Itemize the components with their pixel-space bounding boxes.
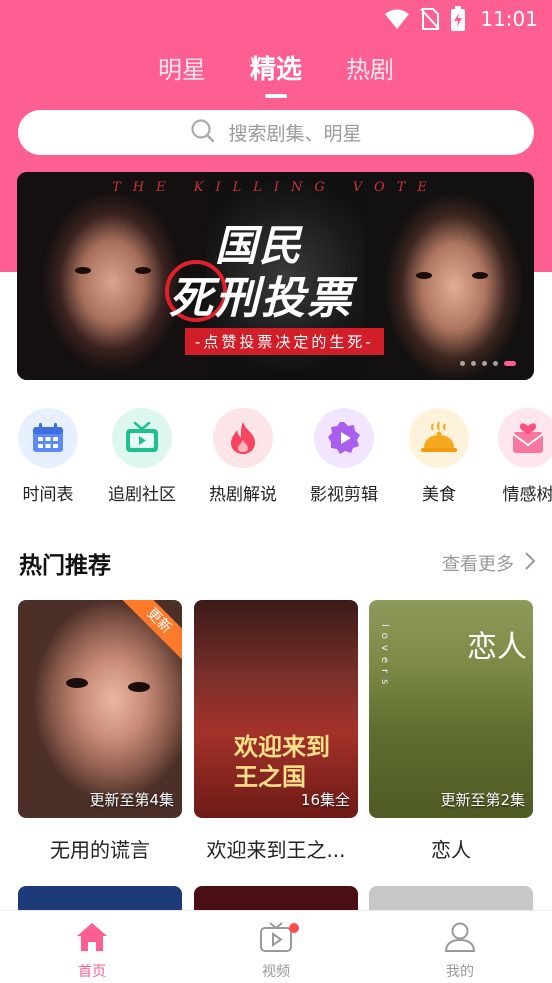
see-more-link[interactable]: 查看更多 bbox=[442, 550, 536, 576]
status-bar: 11:01 bbox=[0, 0, 552, 38]
nav-profile[interactable]: 我的 bbox=[415, 921, 505, 981]
profile-icon bbox=[443, 922, 477, 957]
see-more-label: 查看更多 bbox=[442, 554, 514, 575]
home-icon bbox=[75, 923, 109, 957]
poster-title-art: 恋人 bbox=[467, 630, 527, 665]
status-time: 11:01 bbox=[480, 7, 538, 31]
nav-home[interactable]: 首页 bbox=[47, 921, 137, 981]
recommendation-card[interactable]: 欢迎来到 王之国 16集全 欢迎来到王之... bbox=[194, 600, 358, 863]
notification-badge bbox=[289, 923, 299, 933]
episode-caption: 更新至第2集 bbox=[440, 791, 525, 809]
flame-icon bbox=[213, 408, 273, 468]
banner-pagination bbox=[460, 361, 516, 366]
search-bar[interactable]: 搜索剧集、明星 bbox=[18, 110, 534, 155]
category-emotion-tree[interactable]: 情感树 bbox=[480, 408, 552, 505]
calendar-icon bbox=[18, 408, 78, 468]
category-label: 影视剪辑 bbox=[310, 485, 378, 505]
category-row: 时间表 追剧社区 热剧解说 影视剪辑 美食 情感树 bbox=[0, 408, 552, 508]
banner-title-line2: 死刑投票 bbox=[169, 273, 353, 324]
no-sim-icon bbox=[420, 7, 441, 31]
tab-stars[interactable]: 明星 bbox=[158, 50, 206, 94]
category-label: 热剧解说 bbox=[209, 485, 277, 505]
category-video-clips[interactable]: 影视剪辑 bbox=[296, 408, 392, 505]
episode-caption: 16集全 bbox=[300, 791, 350, 809]
search-placeholder: 搜索剧集、明星 bbox=[228, 123, 362, 145]
update-ribbon: 更新 bbox=[119, 600, 182, 661]
tab-featured[interactable]: 精选 bbox=[250, 50, 302, 98]
wifi-icon bbox=[384, 8, 410, 30]
banner-art-right-face bbox=[364, 172, 534, 380]
banner-dot[interactable] bbox=[482, 361, 487, 366]
nav-label: 视频 bbox=[262, 964, 290, 980]
poster-image: 更新 更新至第4集 bbox=[18, 600, 182, 818]
top-tabs: 明星 精选 热剧 bbox=[0, 50, 552, 98]
poster-image: 欢迎来到 王之国 16集全 bbox=[194, 600, 358, 818]
recommendation-card[interactable]: 更新 更新至第4集 无用的谎言 bbox=[18, 600, 182, 863]
banner-dot[interactable] bbox=[460, 361, 465, 366]
nav-label: 我的 bbox=[446, 964, 474, 980]
poster-vertical-text: lovers bbox=[379, 624, 390, 691]
play-badge-icon bbox=[314, 408, 374, 468]
tv-icon bbox=[112, 408, 172, 468]
category-label: 追剧社区 bbox=[108, 485, 176, 505]
tab-indicator bbox=[264, 94, 287, 98]
tab-hot-dramas[interactable]: 热剧 bbox=[346, 50, 394, 94]
category-label: 情感树 bbox=[502, 485, 552, 505]
category-community[interactable]: 追剧社区 bbox=[94, 408, 190, 505]
food-cloche-icon bbox=[409, 408, 469, 468]
banner-dot-active[interactable] bbox=[504, 361, 516, 366]
episode-caption: 更新至第4集 bbox=[89, 791, 174, 809]
banner-subtitle: THE KILLING VOTE bbox=[112, 180, 439, 195]
chevron-right-icon bbox=[524, 551, 536, 575]
category-schedule[interactable]: 时间表 bbox=[0, 408, 96, 505]
card-title: 恋人 bbox=[431, 838, 471, 862]
promo-banner[interactable]: THE KILLING VOTE 国民 死刑投票 -点赞投票决定的生死- bbox=[17, 172, 534, 380]
banner-tagline: -点赞投票决定的生死- bbox=[185, 328, 384, 355]
nav-video[interactable]: 视频 bbox=[231, 921, 321, 981]
card-title: 无用的谎言 bbox=[50, 838, 150, 862]
video-play-icon bbox=[259, 922, 293, 957]
category-label: 时间表 bbox=[22, 485, 74, 505]
category-label: 美食 bbox=[422, 485, 456, 505]
category-food[interactable]: 美食 bbox=[391, 408, 487, 505]
section-title: 热门推荐 bbox=[19, 553, 111, 579]
bottom-nav: 首页 视频 我的 bbox=[0, 910, 552, 983]
poster-image: lovers 恋人 更新至第2集 bbox=[369, 600, 533, 818]
battery-charging-icon bbox=[450, 6, 466, 32]
banner-dot[interactable] bbox=[493, 361, 498, 366]
heart-mail-icon bbox=[498, 408, 552, 468]
poster-title-art: 欢迎来到 王之国 bbox=[234, 732, 330, 791]
card-title: 欢迎来到王之... bbox=[206, 838, 346, 862]
banner-dot[interactable] bbox=[471, 361, 476, 366]
category-drama-review[interactable]: 热剧解说 bbox=[195, 408, 291, 505]
nav-label: 首页 bbox=[78, 964, 106, 980]
search-icon bbox=[190, 118, 216, 148]
recommendation-card[interactable]: lovers 恋人 更新至第2集 恋人 bbox=[369, 600, 533, 863]
